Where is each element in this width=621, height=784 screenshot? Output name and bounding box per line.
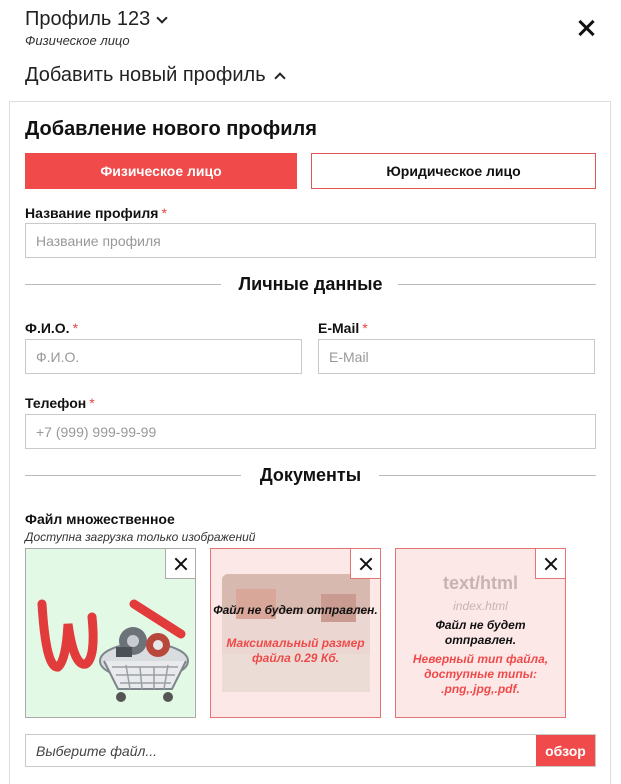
remove-file-button[interactable] [165, 549, 195, 579]
chevron-down-icon [156, 11, 168, 24]
personal-data-divider: Личные данные [25, 274, 596, 294]
add-profile-toggle[interactable]: Добавить новый профиль [25, 64, 286, 87]
files-hint: Доступна загрузка только изображений [25, 530, 256, 544]
browse-button[interactable]: обзор [536, 735, 595, 766]
file-tile-wrong-type: text/html index.html Файл не будет отпра… [395, 548, 566, 718]
profile-subtitle: Физическое лицо [25, 33, 130, 48]
profile-title: Профиль 123 [25, 8, 151, 30]
file-name-label: index.html [453, 599, 508, 613]
fio-input[interactable]: Ф.И.О. [25, 339, 302, 374]
email-label: E-Mail * [318, 320, 368, 336]
individual-type-button[interactable]: Физическое лицо [25, 153, 297, 189]
remove-file-button[interactable] [350, 549, 380, 579]
file-tile-ok [25, 548, 196, 718]
remove-file-button[interactable] [535, 549, 565, 579]
add-profile-label: Добавить новый профиль [25, 64, 266, 86]
personal-data-heading: Личные данные [238, 274, 383, 294]
profile-selector[interactable]: Профиль 123 [25, 8, 168, 31]
form-title: Добавление нового профиля [25, 118, 317, 140]
file-picker: Выберите файл... обзор [25, 734, 596, 767]
file-error-reason: Неверный тип файла, доступные типы: .png… [412, 652, 549, 696]
file-picker-input[interactable]: Выберите файл... [26, 735, 536, 766]
files-label: Файл множественное [25, 511, 175, 527]
documents-heading: Документы [259, 465, 362, 485]
documents-divider: Документы [25, 465, 596, 485]
phone-label: Телефон * [25, 395, 95, 411]
fio-label: Ф.И.О. * [25, 320, 79, 336]
add-profile-panel: Добавление нового профиля Физическое лиц… [9, 101, 611, 784]
email-input[interactable]: E-Mail [318, 339, 595, 374]
file-error-reason: Максимальный размер файла 0.29 Кб. [226, 636, 365, 665]
close-icon[interactable] [576, 18, 596, 38]
file-tile-too-large: Файл не будет отправлен. Максимальный ра… [210, 548, 381, 718]
phone-input[interactable]: +7 (999) 999-99-99 [25, 414, 596, 449]
file-error-message: Файл не будет отправлен. [435, 618, 526, 647]
file-error-message: Файл не будет отправлен. [213, 603, 378, 617]
legal-type-button[interactable]: Юридическое лицо [311, 153, 596, 189]
chevron-up-icon [273, 71, 286, 84]
profile-name-input[interactable]: Название профиля [25, 223, 596, 258]
profile-name-label: Название профиля * [25, 205, 167, 221]
